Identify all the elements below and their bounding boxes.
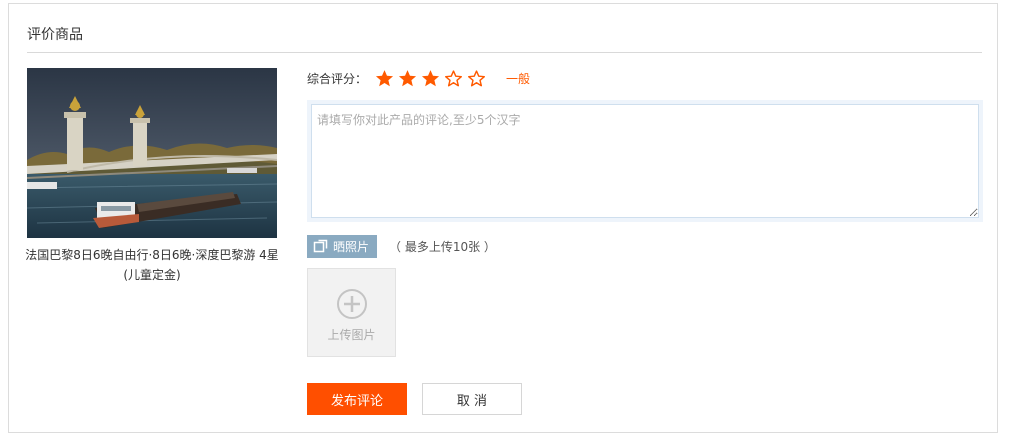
cancel-button[interactable]: 取 消 [422,383,522,415]
submit-review-button[interactable]: 发布评论 [307,383,407,415]
rating-text: 一般 [506,71,531,86]
title-divider [27,52,982,53]
rating-row: 综合评分： 一般 [307,68,530,88]
comment-textarea[interactable] [311,104,979,218]
star-outline-icon-5[interactable] [467,69,486,88]
star-icon-2[interactable] [398,69,417,88]
copy-images-icon [313,238,329,254]
upload-box-label: 上传图片 [327,328,376,342]
image-upload-box[interactable]: 上传图片 [307,268,396,357]
upload-limit-hint: （ 最多上传10张 ） [389,239,496,254]
star-icon-1[interactable] [375,69,394,88]
star-outline-icon-4[interactable] [444,69,463,88]
review-panel: 评价商品 法国巴黎8日6晚自由行·8日6晚·深度巴黎游 4星(儿童定金) 综合评… [8,3,998,433]
rating-label: 综合评分： [307,71,368,86]
comment-field-wrapper [307,100,983,222]
product-image[interactable] [27,68,277,238]
upload-photo-button[interactable]: 晒照片 [307,234,378,258]
star-icon-3[interactable] [421,69,440,88]
upload-row: 晒照片 （ 最多上传10张 ） [307,234,496,258]
product-name[interactable]: 法国巴黎8日6晚自由行·8日6晚·深度巴黎游 4星(儿童定金) [24,245,280,285]
panel-title: 评价商品 [27,27,83,43]
plus-circle-icon [336,288,368,320]
upload-photo-button-label: 晒照片 [333,239,370,254]
star-rating [375,69,490,88]
